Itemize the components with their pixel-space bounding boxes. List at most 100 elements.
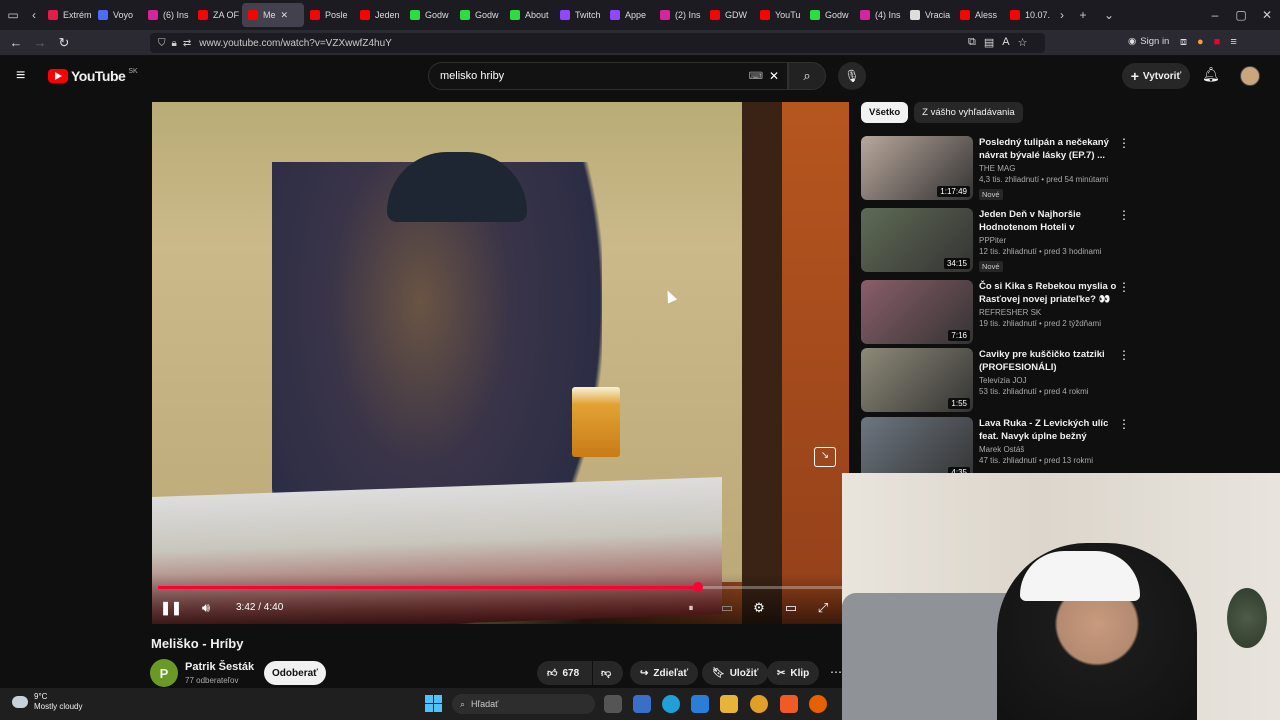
signin-button[interactable]: ◉ Sign in [1128, 36, 1169, 47]
tab-overflow-icon[interactable]: ⌄ [1096, 3, 1122, 27]
user-avatar[interactable] [1240, 66, 1260, 86]
task-view-icon[interactable] [604, 695, 622, 713]
extension-red-icon[interactable]: ■ [1214, 36, 1221, 49]
more-actions-icon[interactable]: ⋯ [830, 665, 842, 679]
voice-search-button[interactable]: 🎙︎ [838, 62, 866, 90]
tab-close-icon[interactable]: ✕ [281, 10, 289, 21]
recommended-title[interactable]: Jeden Deň v Najhoršie Hodnotenom Hoteli … [979, 208, 1117, 234]
browser-tab[interactable]: (4) Ins [854, 3, 904, 27]
picture-in-picture-icon[interactable]: ⧉ [968, 36, 976, 49]
forward-icon[interactable]: → [28, 31, 52, 55]
url-bar[interactable]: ⛉ 🔒︎ ⇄ www.youtube.com/watch?v=VZXwwfZ4h… [150, 33, 1045, 53]
extension-color-icon[interactable]: ● [1197, 36, 1204, 49]
browser-tab[interactable]: Appe [604, 3, 654, 27]
browser-tab[interactable]: Godw [404, 3, 454, 27]
video-player[interactable]: ↘ [152, 102, 849, 624]
edge-icon[interactable] [662, 695, 680, 713]
youtube-logo[interactable]: YouTube SK [48, 68, 138, 84]
close-window-icon[interactable]: ✕ [1254, 3, 1280, 27]
permissions-icon[interactable]: ⇄ [183, 38, 191, 49]
search-button[interactable]: ⌕ [788, 62, 826, 90]
reload-icon[interactable]: ↻ [52, 31, 76, 55]
store-icon[interactable] [633, 695, 651, 713]
recommended-title[interactable]: Posledný tulipán a nečekaný návrat býval… [979, 136, 1117, 162]
more-options-icon[interactable]: ⋮ [1117, 136, 1131, 202]
shield-icon[interactable]: ⛉ [158, 38, 166, 49]
file-explorer-icon[interactable] [720, 695, 738, 713]
recommended-title[interactable]: Caviky pre kuščičko tzatziki (PROFESIONÁ… [979, 348, 1117, 374]
recommended-channel[interactable]: Televízia JOJ [979, 376, 1117, 385]
subscribe-button[interactable]: Odoberať [264, 661, 326, 685]
browser-tab[interactable]: Godw [454, 3, 504, 27]
browser-tab[interactable]: Aless [954, 3, 1004, 27]
hamburger-menu-icon[interactable]: ≡ [16, 67, 25, 85]
subtitles-button[interactable]: ▭ [716, 598, 738, 618]
more-options-icon[interactable]: ⋮ [1117, 208, 1131, 274]
browser-tab[interactable]: Voyo [92, 3, 142, 27]
tab-list-icon[interactable]: ▭ [0, 3, 26, 27]
tab-scroll-left-icon[interactable]: ‹ [26, 3, 42, 27]
recommended-channel[interactable]: THE MAG [979, 164, 1117, 173]
recommended-channel[interactable]: Marek Ostáš [979, 445, 1117, 454]
video-thumbnail[interactable]: 1:17:49 [861, 136, 973, 200]
channel-avatar[interactable]: P [150, 659, 178, 687]
browser-tab[interactable]: YouTu [754, 3, 804, 27]
settings-gear-icon[interactable]: ⚙ [748, 598, 770, 618]
browser-tab[interactable]: Posle [304, 3, 354, 27]
url-text[interactable]: www.youtube.com/watch?v=VZXwwfZ4huY [199, 38, 392, 49]
browser-tab[interactable]: ZA OF [192, 3, 242, 27]
lock-icon[interactable]: 🔒︎ [172, 38, 177, 49]
save-button[interactable]: 🔖︎ Uložiť [702, 661, 769, 685]
recommended-title[interactable]: Čo si Kika s Rebekou myslia o Rasťovej n… [979, 280, 1117, 306]
more-options-icon[interactable]: ⋮ [1117, 348, 1131, 414]
clip-button[interactable]: ✂ Klip [767, 661, 820, 685]
browser-tab[interactable]: Extrém [42, 3, 92, 27]
browser-tab[interactable]: (2) Ins [654, 3, 704, 27]
recommended-video[interactable]: 34:15 Jeden Deň v Najhoršie Hodnotenom Ho… [861, 208, 1141, 274]
app-icon[interactable] [691, 695, 709, 713]
windows-start-icon[interactable] [425, 695, 442, 712]
maximize-icon[interactable]: ▢ [1228, 3, 1254, 27]
create-button[interactable]: + Vytvoriť [1122, 63, 1190, 89]
chip-from-search[interactable]: Z vášho vyhľadávania [914, 102, 1023, 123]
clear-search-icon[interactable]: ✕ [769, 69, 779, 83]
recommended-video[interactable]: 1:17:49 Posledný tulipán a nečekaný návra… [861, 136, 1141, 202]
recommended-channel[interactable]: PPPiter [979, 236, 1117, 245]
channel-name[interactable]: Patrik Šesták [185, 661, 254, 673]
browser-tab[interactable]: GDW [704, 3, 754, 27]
firefox-icon[interactable] [809, 695, 827, 713]
browser-tab[interactable]: Twitch [554, 3, 604, 27]
volume-button[interactable]: 🔊︎ [195, 598, 217, 618]
chrome-icon[interactable] [750, 695, 768, 713]
minimize-icon[interactable]: – [1202, 3, 1228, 27]
video-thumbnail[interactable]: 4:35 [861, 417, 973, 481]
miniplayer-icon[interactable]: ↘ [814, 447, 836, 467]
extensions-icon[interactable]: ⧈ [1180, 36, 1187, 49]
notifications-bell-icon[interactable]: 🔔︎ [1202, 66, 1220, 83]
progress-bar[interactable] [158, 586, 842, 589]
recommended-title[interactable]: Lava Ruka - Z Levických ulíc feat. Navyk… [979, 417, 1117, 443]
translate-icon[interactable]: A [1002, 36, 1009, 49]
pause-button[interactable]: ❚❚ [160, 598, 182, 618]
bookmark-star-icon[interactable]: ☆ [1018, 36, 1028, 49]
autoplay-toggle[interactable]: ⏸︎ [680, 598, 702, 618]
theater-mode-icon[interactable]: ▭ [780, 598, 802, 618]
browser-tab[interactable]: About [504, 3, 554, 27]
recommended-video[interactable]: 1:55 Caviky pre kuščičko tzatziki (PROFES… [861, 348, 1141, 414]
back-icon[interactable]: ← [4, 31, 28, 55]
browser-tab[interactable]: (6) Ins [142, 3, 192, 27]
browser-tab[interactable]: Jeden [354, 3, 404, 27]
recommended-channel[interactable]: REFRESHER SK [979, 308, 1117, 317]
new-tab-icon[interactable]: + [1070, 3, 1096, 27]
browser-tab[interactable]: Godw [804, 3, 854, 27]
recommended-video[interactable]: 7:16 Čo si Kika s Rebekou myslia o Rasťov… [861, 280, 1141, 346]
search-input[interactable]: melisko hriby ⌨ ✕ [428, 62, 788, 90]
taskbar-search[interactable]: ⌕ Hľadať [452, 694, 595, 714]
menu-icon[interactable]: ≡ [1230, 36, 1236, 49]
reader-view-icon[interactable]: ▤ [984, 36, 994, 49]
browser-tab[interactable]: Me ✕ [242, 3, 304, 27]
brave-icon[interactable] [780, 695, 798, 713]
browser-tab[interactable]: 10.07. [1004, 3, 1054, 27]
browser-tab[interactable]: Vracia [904, 3, 954, 27]
chip-all[interactable]: Všetko [861, 102, 909, 123]
